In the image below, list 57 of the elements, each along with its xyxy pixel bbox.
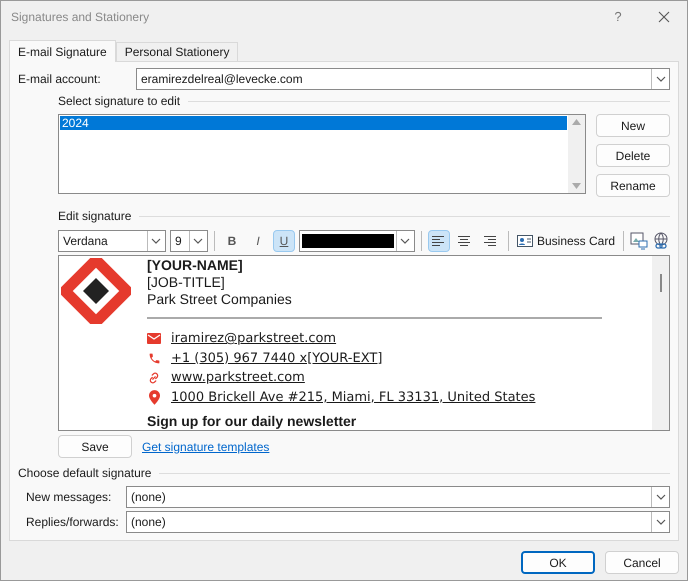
tab[interactable]: Personal Stationery — [116, 42, 238, 61]
font-dropdown[interactable]: Verdana — [58, 230, 166, 252]
help-button[interactable]: ? — [595, 7, 641, 27]
chevron-down-icon — [656, 494, 666, 500]
section-title: Select signature to edit — [58, 93, 180, 110]
list-action-button[interactable]: Delete — [596, 144, 670, 167]
window-title: Signatures and Stationery — [11, 9, 150, 26]
signature-list-item[interactable]: 2024 — [60, 116, 567, 130]
logo-icon — [61, 258, 131, 324]
tab[interactable]: E-mail Signature — [9, 40, 116, 62]
underline-button[interactable]: U — [272, 230, 295, 252]
field-label: E-mail account: — [18, 71, 102, 88]
bold-button[interactable]: B — [220, 230, 243, 252]
account-dropdown[interactable]: eramirezdelreal@levecke.com — [136, 68, 670, 90]
font-size-dropdown[interactable]: 9 — [170, 230, 208, 252]
default-signature-dropdown[interactable]: (none) — [126, 511, 670, 533]
chevron-down-icon — [193, 238, 204, 244]
contact-link[interactable]: +1 (305) 967 7440 x[YOUR-EXT] — [171, 350, 382, 367]
align-right-icon — [484, 236, 498, 246]
chevron-down-icon — [400, 238, 410, 244]
save-button[interactable]: Save — [58, 435, 132, 458]
dialog-button[interactable]: Cancel — [605, 551, 679, 574]
link-icon — [147, 370, 161, 385]
section-title: Edit signature — [58, 208, 132, 225]
signature-editor[interactable] — [58, 255, 670, 431]
contact-link[interactable]: 1000 Brickell Ave #215, Miami, FL 33131, United States — [171, 388, 536, 406]
signature-company: Park Street Companies — [147, 291, 293, 308]
globe-link-icon[interactable] — [652, 232, 670, 250]
contact-card-icon — [516, 235, 533, 247]
align-center-icon — [458, 236, 472, 246]
color-dropdown[interactable] — [298, 230, 415, 252]
chevron-down-icon — [656, 519, 666, 525]
align-left-icon — [432, 236, 446, 246]
scrollbar[interactable] — [652, 256, 669, 430]
dialog-button[interactable]: OK — [521, 551, 595, 574]
close-icon — [658, 11, 670, 23]
signature-job-title: [JOB-TITLE] — [147, 274, 226, 291]
field-label: Replies/forwards: — [26, 514, 120, 531]
chevron-down-icon — [656, 76, 666, 82]
business-card-button[interactable]: Business Card — [514, 232, 618, 250]
align-button[interactable] — [428, 230, 450, 252]
signature-name: [YOUR-NAME] — [147, 257, 244, 274]
section-title: Choose default signature — [18, 465, 152, 482]
phone-icon — [148, 352, 160, 365]
list-action-button[interactable]: New — [596, 114, 670, 137]
default-signature-dropdown[interactable]: (none) — [126, 486, 670, 508]
italic-button[interactable]: I — [246, 230, 269, 252]
contact-link[interactable]: iramirez@parkstreet.com — [171, 330, 336, 348]
map-pin-icon — [148, 390, 160, 405]
insert-picture-icon[interactable] — [630, 232, 648, 250]
field-label: New messages: — [26, 489, 112, 506]
templates-link[interactable]: Get signature templates — [142, 438, 270, 456]
newsletter-heading: Sign up for our daily newsletter — [147, 413, 358, 430]
envelope-icon — [147, 333, 161, 344]
chevron-down-icon — [151, 238, 162, 244]
list-action-button[interactable]: Rename — [596, 174, 670, 197]
contact-link[interactable]: www.parkstreet.com — [171, 369, 305, 386]
